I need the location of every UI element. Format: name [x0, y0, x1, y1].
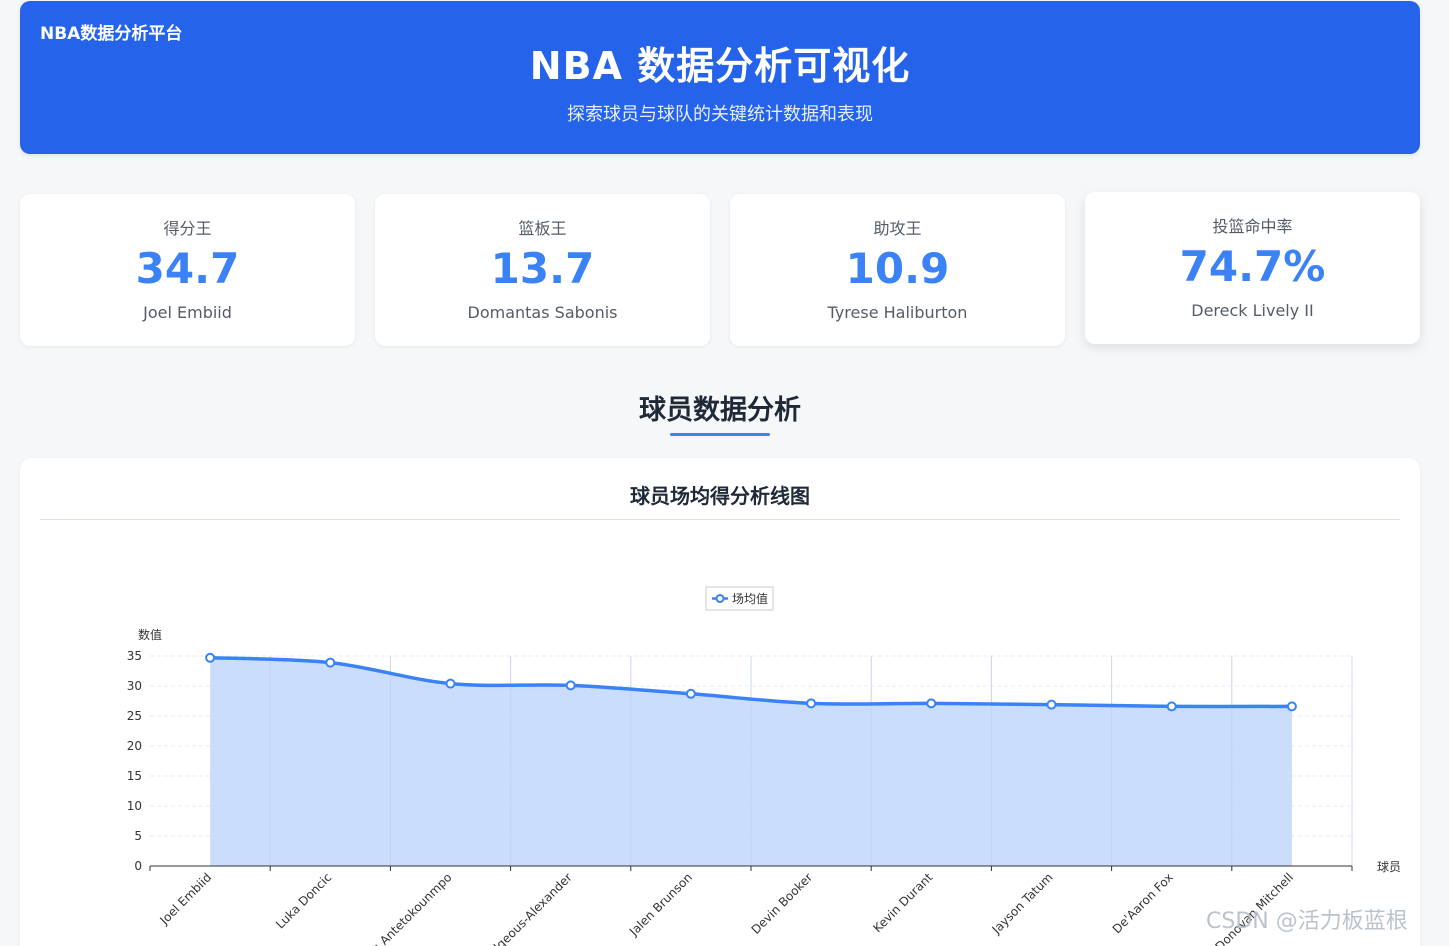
x-tick-label: Jalen Brunson — [626, 870, 695, 939]
y-axis-name: 数值 — [138, 627, 162, 642]
data-point — [926, 698, 937, 709]
y-tick-label: 35 — [127, 649, 142, 663]
data-point — [1046, 699, 1057, 710]
legend-point-marker — [715, 594, 725, 603]
data-point — [325, 657, 336, 668]
x-tick-label: Kevin Durant — [870, 870, 935, 935]
y-tick-label: 15 — [127, 769, 142, 783]
data-point — [1286, 701, 1297, 712]
points-line-chart[interactable]: 0 5 10 15 20 25 30 35 Joel Embiid Luka Doncic Gian… — [0, 0, 1449, 946]
data-point — [685, 688, 696, 699]
x-tick-label: Jayson Tatum — [989, 870, 1056, 937]
data-point — [806, 698, 817, 709]
x-tick-label: Giannis Antetokounmpo — [343, 870, 455, 946]
y-tick-label: 20 — [127, 739, 142, 753]
y-tick-label: 25 — [127, 709, 142, 723]
x-tick-label: Shai Gilgeous-Alexander — [461, 870, 575, 946]
y-tick-label: 30 — [127, 679, 142, 693]
x-tick-label: Luka Doncic — [273, 870, 334, 931]
x-tick-label: Joel Embiid — [157, 870, 215, 928]
data-point — [565, 680, 576, 691]
data-point — [1166, 701, 1177, 712]
x-tick-label: Devin Booker — [749, 870, 816, 937]
y-tick-label: 10 — [127, 799, 142, 813]
watermark: CSDN @活力板蓝根 — [1206, 909, 1408, 934]
data-point — [205, 652, 216, 663]
x-tick-label: De'Aaron Fox — [1110, 870, 1176, 936]
legend-label: 场均值 — [732, 591, 768, 606]
y-tick-label: 0 — [134, 859, 142, 873]
x-axis-name: 球员 — [1377, 860, 1401, 874]
data-point — [445, 678, 456, 689]
y-tick-label: 5 — [134, 829, 142, 843]
